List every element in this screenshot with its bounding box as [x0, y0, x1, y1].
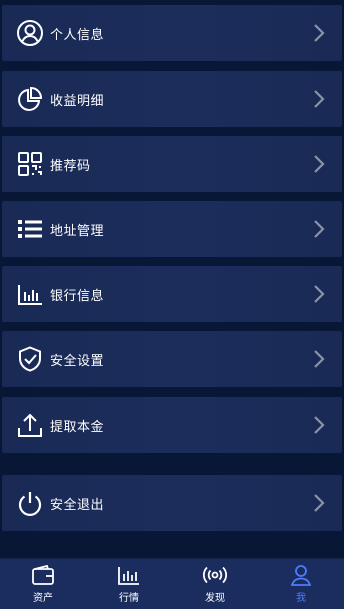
- bar-chart-icon: [118, 567, 139, 585]
- tab-discover[interactable]: 发现: [172, 559, 258, 609]
- chevron-right-icon: [314, 285, 325, 303]
- menu-item-label: 个人信息: [50, 27, 105, 43]
- list-icon: [16, 215, 44, 243]
- menu-item-address-management[interactable]: 地址管理: [2, 201, 342, 257]
- menu-item-label: 收益明细: [50, 93, 105, 109]
- pie-chart-icon: [16, 85, 44, 113]
- shield-check-icon: [16, 345, 44, 373]
- tab-label: 行情: [119, 593, 139, 604]
- menu-item-security-settings[interactable]: 安全设置: [2, 331, 342, 387]
- menu-item-label: 安全设置: [50, 353, 105, 369]
- bar-chart-icon: [16, 280, 44, 308]
- menu-item-personal-info[interactable]: 个人信息: [2, 5, 342, 61]
- menu-item-referral-code[interactable]: 推荐码: [2, 136, 342, 192]
- tab-market[interactable]: 行情: [86, 559, 172, 609]
- user-circle-icon: [16, 19, 44, 47]
- chevron-right-icon: [314, 416, 325, 434]
- chevron-right-icon: [314, 350, 325, 368]
- broadcast-icon: [203, 566, 227, 584]
- chevron-right-icon: [314, 90, 325, 108]
- bottom-tab-bar: 资产 行情 发现 我: [0, 558, 344, 609]
- menu-item-label: 地址管理: [50, 223, 105, 239]
- tab-label: 我: [296, 593, 306, 604]
- qr-code-icon: [16, 150, 44, 178]
- power-icon: [16, 489, 44, 517]
- menu-item-withdraw-principal[interactable]: 提取本金: [2, 397, 342, 453]
- chevron-right-icon: [314, 155, 325, 173]
- tab-label: 资产: [33, 593, 53, 604]
- menu-item-logout[interactable]: 安全退出: [2, 475, 342, 531]
- menu-item-label: 提取本金: [50, 419, 105, 435]
- tab-label: 发现: [205, 593, 225, 604]
- upload-tray-icon: [16, 411, 44, 439]
- tab-assets[interactable]: 资产: [0, 559, 86, 609]
- menu-item-earnings[interactable]: 收益明细: [2, 71, 342, 127]
- tab-me[interactable]: 我: [258, 559, 344, 609]
- menu-item-label: 安全退出: [50, 497, 105, 513]
- chevron-right-icon: [314, 24, 325, 42]
- menu-item-label: 银行信息: [50, 288, 105, 304]
- menu-item-label: 推荐码: [50, 158, 91, 174]
- chevron-right-icon: [314, 494, 325, 512]
- chevron-right-icon: [314, 220, 325, 238]
- menu-item-bank-info[interactable]: 银行信息: [2, 266, 342, 322]
- wallet-icon: [32, 564, 54, 585]
- person-icon: [290, 565, 312, 586]
